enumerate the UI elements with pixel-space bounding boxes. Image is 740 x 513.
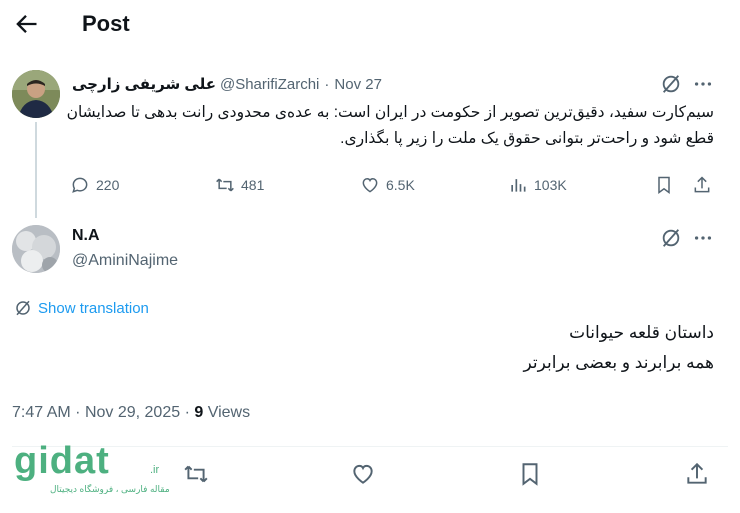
like-button[interactable]: 6.5K — [360, 170, 415, 200]
thread-line — [35, 122, 37, 218]
author-name[interactable]: علی شریفی زارچی — [72, 75, 216, 93]
bookmark-button[interactable] — [654, 170, 680, 200]
repost-icon — [216, 178, 234, 192]
like-count: 6.5K — [386, 177, 415, 193]
avatar[interactable] — [12, 225, 60, 273]
more-icon[interactable] — [692, 227, 714, 249]
more-icon[interactable] — [692, 73, 714, 95]
heart-icon — [362, 177, 378, 193]
watermark-tagline: مقاله فارسی ، فروشگاه دیجیتال — [50, 484, 170, 494]
separator-dot: · — [184, 404, 190, 421]
bookmark-icon — [658, 176, 670, 194]
views-number: 9 — [194, 404, 204, 421]
tweet-full-date[interactable]: Nov 29, 2025 — [85, 404, 180, 421]
heart-icon — [353, 464, 373, 484]
views-count: 103K — [534, 177, 567, 193]
separator-dot: · — [324, 75, 330, 93]
grok-icon[interactable] — [660, 73, 682, 95]
share-icon — [687, 462, 707, 484]
avatar-image — [12, 70, 60, 118]
tweet-time[interactable]: 7:47 AM — [12, 404, 71, 421]
reply-author-name[interactable]: N.A — [72, 227, 100, 245]
repost-button[interactable] — [183, 461, 209, 487]
tweet-date[interactable]: Nov 27 — [334, 76, 382, 93]
separator-dot: · — [75, 404, 81, 421]
author-handle[interactable]: @SharifiZarchi — [220, 76, 319, 93]
header: Post — [0, 0, 740, 52]
reply-icon — [72, 177, 88, 193]
reply-text-line: داستان قلعه حیوانات — [569, 323, 714, 342]
reply-text-line: همه برابرند و بعضی برابرتر — [523, 353, 714, 372]
watermark-logo: gidat — [14, 440, 110, 482]
views-label: Views — [207, 404, 251, 421]
tweet-text: سیم‌کارت سفید، دقیق‌ترین تصویر از حکومت … — [66, 104, 714, 147]
share-button[interactable] — [684, 461, 710, 487]
page-title: Post — [82, 11, 130, 36]
avatar-image — [12, 225, 60, 273]
arrow-left-icon — [16, 15, 37, 33]
bookmark-icon — [522, 463, 538, 486]
repost-icon — [184, 465, 208, 483]
repost-button[interactable]: 481 — [215, 170, 264, 200]
watermark: gidat .ir مقاله فارسی ، فروشگاه دیجیتال — [14, 440, 170, 500]
repost-count: 481 — [241, 177, 265, 193]
reply-text: داستان قلعه حیوانات همه برابرند و بعضی ب… — [300, 318, 714, 378]
views-button[interactable]: 103K — [508, 170, 567, 200]
share-icon — [694, 176, 710, 193]
tweet-meta: 7:47 AM · Nov 29, 2025 · 9 Views — [12, 404, 250, 422]
views-icon — [511, 179, 526, 192]
avatar[interactable] — [12, 70, 60, 118]
watermark-suffix: .ir — [150, 464, 160, 476]
show-translation-label: Show translation — [38, 299, 149, 317]
grok-icon[interactable] — [660, 227, 682, 249]
author-row: علی شریفی زارچی @SharifiZarchi · Nov 27 — [72, 73, 382, 95]
reply-button[interactable]: 220 — [70, 170, 119, 200]
share-button[interactable] — [692, 170, 718, 200]
tweet-actions: 220 481 6.5K 103K — [70, 170, 720, 200]
translate-icon — [16, 300, 30, 316]
show-translation-button[interactable]: Show translation — [14, 297, 149, 319]
bookmark-button[interactable] — [517, 461, 543, 487]
reply-author-handle[interactable]: @AminiNajime — [72, 252, 178, 270]
reply-count: 220 — [96, 177, 120, 193]
back-button[interactable] — [12, 10, 40, 38]
like-button[interactable] — [350, 461, 376, 487]
